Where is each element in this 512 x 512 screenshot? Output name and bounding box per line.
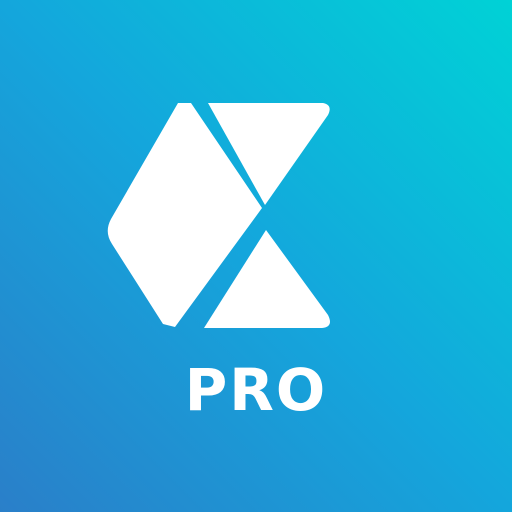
app-icon: PRO <box>0 0 512 512</box>
pro-label: PRO <box>184 356 328 424</box>
x-mark-logo-icon <box>107 103 330 328</box>
